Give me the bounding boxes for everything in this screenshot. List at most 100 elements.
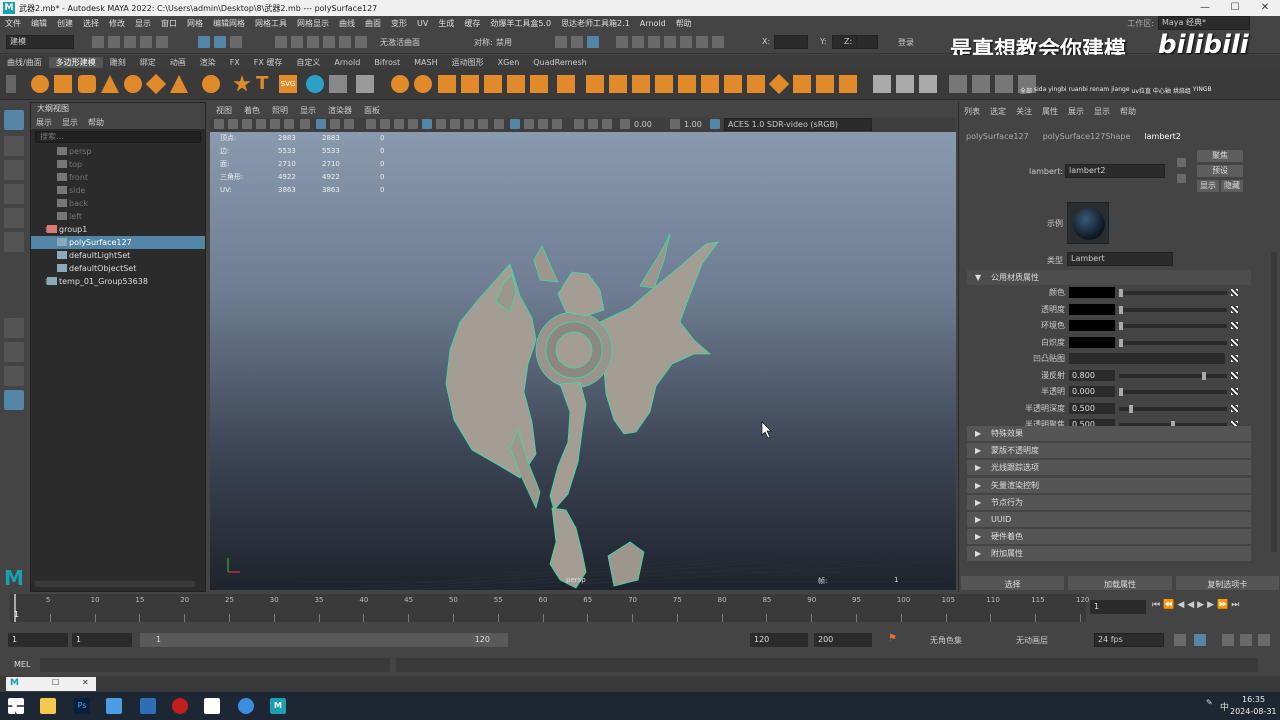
ae-scrollbar[interactable] (1271, 252, 1277, 552)
output-connection-icon[interactable] (1177, 174, 1186, 183)
outliner-item[interactable]: front (31, 171, 205, 184)
menu-item[interactable]: 思达老师工具箱2.1 (556, 18, 635, 29)
shelf-tab[interactable]: FX (223, 58, 247, 67)
play-forward-icon[interactable]: ▶ (1197, 600, 1204, 610)
go-to-start-icon[interactable]: ⏮ (1152, 600, 1160, 610)
perspective-viewport[interactable]: 顶点: 2883 2883 0 边: 5533 5533 0 面: 2710 2710 0 三角形: 49… (210, 132, 956, 590)
menu-item[interactable]: 编辑 (26, 18, 52, 29)
menu-item[interactable]: 生成 (433, 18, 459, 29)
close-mini-icon[interactable]: ✕ (82, 678, 89, 687)
color-swatch[interactable] (1069, 320, 1115, 331)
image-plane-icon[interactable] (256, 119, 266, 129)
photoshop-icon[interactable]: Ps (74, 698, 90, 714)
attribute-slider[interactable] (1119, 289, 1227, 297)
step-back-frame-icon[interactable]: ◀ (1177, 600, 1184, 610)
map-button-icon[interactable] (1231, 338, 1238, 346)
ae-bottom-button[interactable]: 加载属性 (1068, 576, 1172, 590)
shelf-tab[interactable]: XGen (491, 58, 527, 67)
ae-bottom-button[interactable]: 复制选项卡 (1175, 576, 1279, 590)
show-button[interactable]: 显示 (1197, 180, 1219, 192)
outliner-menu-item[interactable]: 帮助 (83, 117, 109, 128)
ae-menu-item[interactable]: 展示 (1063, 106, 1089, 117)
hide-button[interactable]: 隐藏 (1221, 180, 1243, 192)
map-button-icon[interactable] (1231, 305, 1238, 313)
select-object-icon[interactable] (214, 36, 226, 48)
menu-item[interactable]: 选择 (78, 18, 104, 29)
boolean-intersect-icon[interactable] (507, 75, 525, 93)
shelf-tab[interactable]: 动画 (163, 57, 193, 68)
uv-planar-icon[interactable] (873, 75, 891, 93)
outliner-item[interactable]: defaultLightSet (31, 249, 205, 262)
menu-item[interactable]: 缓存 (459, 18, 485, 29)
menu-item[interactable]: 显示 (130, 18, 156, 29)
open-scene-icon[interactable] (108, 36, 120, 48)
boolean-difference-icon[interactable] (484, 75, 502, 93)
file-explorer-icon[interactable] (40, 698, 56, 714)
input-connection-icon[interactable] (1177, 158, 1186, 167)
map-button-icon[interactable] (1231, 355, 1238, 362)
uv-auto-icon[interactable] (949, 75, 967, 93)
construction-history-icon[interactable] (555, 36, 567, 48)
shelf-custom-button[interactable]: 中心轴 (1153, 86, 1171, 95)
material-name-field[interactable]: lambert2 (1065, 164, 1165, 178)
uv-spherical-icon[interactable] (919, 75, 937, 93)
poly-torus-icon[interactable] (124, 75, 142, 93)
step-forward-frame-icon[interactable]: ▶ (1207, 600, 1214, 610)
poly-plane-icon[interactable] (145, 73, 167, 95)
2d-pan-icon[interactable] (270, 119, 280, 129)
color-swatch[interactable] (1069, 336, 1115, 348)
motion-blur-icon[interactable] (464, 119, 474, 129)
viewport-menu-item[interactable]: 照明 (266, 105, 294, 116)
ae-menu-item[interactable]: 显示 (1089, 106, 1115, 117)
anim-layer-dropdown[interactable]: 无动画层 (1016, 635, 1048, 646)
snap-view-icon[interactable] (323, 36, 335, 48)
menu-item[interactable]: 网格显示 (292, 18, 334, 29)
text-icon[interactable]: T (256, 75, 274, 93)
outliner-item[interactable]: back (31, 197, 205, 210)
shelf-tab[interactable]: 雕刻 (103, 57, 133, 68)
restore-icon[interactable]: ☐ (52, 678, 59, 687)
ae-tab[interactable]: polySurface127 (959, 132, 1036, 141)
wireframe-on-shaded-icon[interactable] (316, 119, 326, 129)
soccer-ball-icon[interactable] (202, 75, 220, 93)
color-management-icon[interactable] (710, 119, 720, 129)
isolate-select-icon[interactable] (510, 119, 520, 129)
shelf-custom-button[interactable]: uv拉直 (1132, 86, 1151, 95)
snap-curve-icon[interactable] (291, 36, 303, 48)
textured-icon[interactable] (408, 119, 418, 129)
step-back-key-icon[interactable]: ⏪ (1163, 600, 1174, 610)
presets-button[interactable]: 预设 (1197, 165, 1243, 177)
maya-taskbar-icon[interactable]: M (270, 698, 286, 714)
paint-select-icon[interactable] (4, 160, 24, 180)
bookmark-icon[interactable] (242, 119, 252, 129)
shelf-tab[interactable]: 自定义 (289, 57, 327, 68)
hud-icon[interactable] (574, 119, 584, 129)
slide-edge-icon[interactable] (793, 75, 811, 93)
uv-sew-icon[interactable] (995, 75, 1013, 93)
outliner-item[interactable]: top (31, 158, 205, 171)
shelf-custom-button[interactable]: ruanbi (1069, 86, 1088, 95)
range-slider[interactable]: 1 120 (140, 633, 508, 647)
poly-cone-icon[interactable] (101, 75, 119, 93)
collapsed-section[interactable]: ▶ 蒙版不透明度 (967, 443, 1251, 459)
outliner-item[interactable]: side (31, 184, 205, 197)
menu-item[interactable]: 帮助 (671, 18, 697, 29)
outliner-item[interactable]: defaultObjectSet (31, 262, 205, 275)
shelf-custom-button[interactable]: jiange (1111, 86, 1129, 95)
play-backward-icon[interactable]: ◀ (1187, 600, 1194, 610)
step-forward-key-icon[interactable]: ⏩ (1217, 600, 1228, 610)
menu-item[interactable]: 窗口 (156, 18, 182, 29)
ae-tab[interactable]: lambert2 (1137, 132, 1187, 141)
ambient-occlusion-icon[interactable] (450, 119, 460, 129)
mirror-icon[interactable] (356, 75, 374, 93)
ae-menu-item[interactable]: 选定 (985, 106, 1011, 117)
x-field[interactable] (774, 35, 808, 49)
attribute-slider[interactable] (1119, 404, 1227, 413)
outliner-menu-item[interactable]: 显示 (57, 117, 83, 128)
poke-icon[interactable] (839, 75, 857, 93)
current-frame-field[interactable]: 1 (1090, 600, 1146, 614)
login-button[interactable]: 登录 (898, 37, 914, 48)
select-tool-icon[interactable] (4, 110, 24, 130)
cache-playback-icon[interactable] (1194, 634, 1206, 646)
ae-menu-item[interactable]: 帮助 (1115, 106, 1141, 117)
